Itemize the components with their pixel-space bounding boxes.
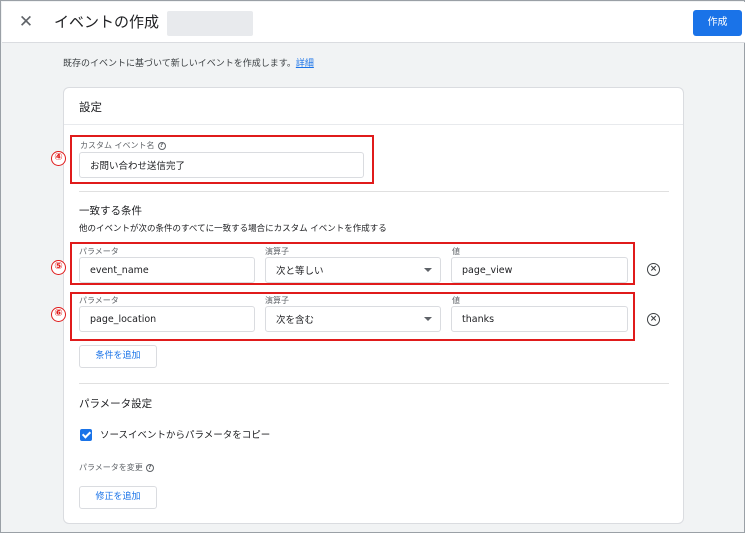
- modify-parameters-label-text: パラメータを変更: [79, 463, 143, 472]
- copy-parameters-checkbox[interactable]: [80, 429, 92, 441]
- close-icon[interactable]: ✕: [16, 12, 36, 32]
- annotation-box-4: [70, 135, 374, 184]
- help-icon[interactable]: ?: [145, 463, 154, 472]
- section-divider: [79, 191, 669, 192]
- header-bar: ✕ イベントの作成 作成: [2, 2, 745, 43]
- annotation-box-5: [70, 242, 635, 285]
- section-divider: [79, 383, 669, 384]
- parameter-settings-heading: パラメータ設定: [79, 398, 153, 410]
- modify-parameters-label: パラメータを変更?: [79, 463, 154, 473]
- copy-parameters-label: ソースイベントからパラメータをコピー: [100, 430, 271, 441]
- annotation-number-4: ④: [51, 151, 66, 166]
- remove-condition-icon[interactable]: ×: [647, 263, 660, 276]
- title-placeholder: [167, 11, 253, 36]
- app-frame: ✕ イベントの作成 作成 既存のイベントに基づいて新しいイベントを作成します。詳…: [0, 0, 745, 533]
- remove-condition-icon[interactable]: ×: [647, 313, 660, 326]
- conditions-subtext: 他のイベントが次の条件のすべてに一致する場合にカスタム イベントを作成する: [79, 224, 387, 234]
- annotation-box-6: [70, 292, 635, 341]
- page-title: イベントの作成: [54, 13, 160, 31]
- annotation-number-5: ⑤: [51, 260, 66, 275]
- description: 既存のイベントに基づいて新しいイベントを作成します。詳細: [63, 58, 314, 70]
- add-modification-button[interactable]: 修正を追加: [79, 486, 157, 509]
- create-button[interactable]: 作成: [693, 10, 742, 36]
- add-condition-button[interactable]: 条件を追加: [79, 345, 157, 368]
- annotation-number-6: ⑥: [51, 307, 66, 322]
- conditions-heading: 一致する条件: [79, 205, 142, 217]
- description-text: 既存のイベントに基づいて新しいイベントを作成します。: [63, 59, 296, 69]
- card-divider: [64, 124, 683, 125]
- card-title: 設定: [79, 100, 102, 114]
- learn-more-link[interactable]: 詳細: [296, 59, 314, 69]
